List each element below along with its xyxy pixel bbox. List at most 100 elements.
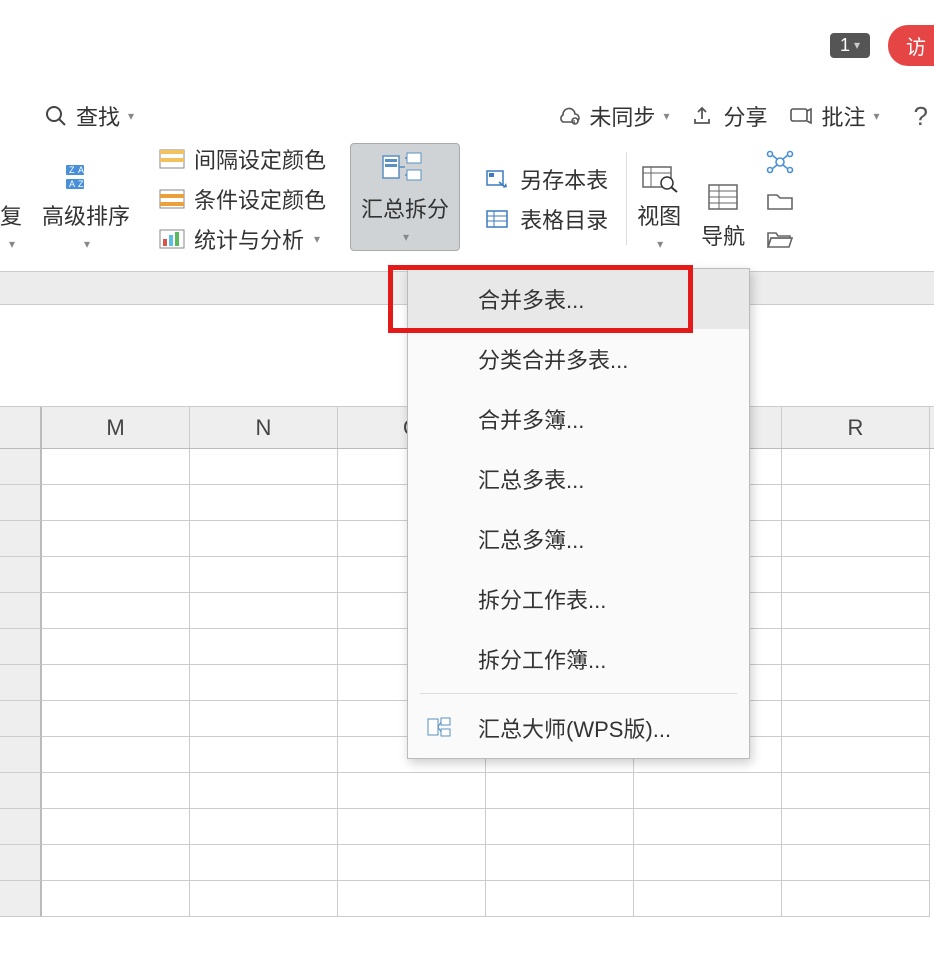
- stats-analysis-button[interactable]: 统计与分析: [158, 223, 320, 255]
- row-header[interactable]: [0, 809, 42, 845]
- menu-merge-sheets[interactable]: 合并多表...: [408, 269, 749, 329]
- row-header[interactable]: [0, 557, 42, 593]
- row-header[interactable]: [0, 773, 42, 809]
- grid-cell[interactable]: [782, 845, 930, 881]
- grid-cell[interactable]: [42, 665, 190, 701]
- grid-cell[interactable]: [634, 845, 782, 881]
- grid-cell[interactable]: [338, 881, 486, 917]
- grid-cell[interactable]: [782, 449, 930, 485]
- grid-cell[interactable]: [190, 665, 338, 701]
- row-header[interactable]: [0, 593, 42, 629]
- navigation-label: 导航: [701, 219, 745, 251]
- badge-count: 1: [840, 35, 850, 56]
- row-header[interactable]: [0, 485, 42, 521]
- grid-cell[interactable]: [190, 593, 338, 629]
- advanced-sort-button[interactable]: Z A A Z 高级排序: [42, 161, 130, 251]
- summary-split-button[interactable]: 汇总拆分: [350, 143, 460, 251]
- col-header-M[interactable]: M: [42, 407, 190, 448]
- grid-cell[interactable]: [42, 773, 190, 809]
- grid-cell[interactable]: [190, 737, 338, 773]
- corner-cell[interactable]: [0, 407, 42, 448]
- visit-pill[interactable]: 访: [888, 25, 934, 66]
- grid-cell[interactable]: [782, 665, 930, 701]
- share-action[interactable]: 分享: [689, 100, 767, 132]
- interval-color-button[interactable]: 间隔设定颜色: [158, 143, 326, 175]
- help-button[interactable]: ?: [900, 101, 934, 132]
- grid-cell[interactable]: [42, 593, 190, 629]
- grid-cell[interactable]: [634, 773, 782, 809]
- grid-cell[interactable]: [190, 809, 338, 845]
- grid-cell[interactable]: [190, 485, 338, 521]
- grid-cell[interactable]: [486, 881, 634, 917]
- saveas-sheet-button[interactable]: 另存本表: [484, 163, 608, 195]
- grid-cell[interactable]: [190, 557, 338, 593]
- navigation-button[interactable]: 导航: [701, 181, 745, 251]
- grid-cell[interactable]: [42, 809, 190, 845]
- grid-cell[interactable]: [782, 485, 930, 521]
- grid-cell[interactable]: [42, 557, 190, 593]
- grid-cell[interactable]: [42, 449, 190, 485]
- grid-cell[interactable]: [782, 557, 930, 593]
- relations-icon[interactable]: [765, 149, 795, 175]
- grid-cell[interactable]: [190, 881, 338, 917]
- grid-cell[interactable]: [782, 737, 930, 773]
- grid-cell[interactable]: [782, 701, 930, 737]
- menu-split-sheet[interactable]: 拆分工作表...: [408, 569, 749, 629]
- grid-cell[interactable]: [42, 521, 190, 557]
- row-header[interactable]: [0, 881, 42, 917]
- grid-cell[interactable]: [782, 881, 930, 917]
- row-header[interactable]: [0, 629, 42, 665]
- row-header[interactable]: [0, 449, 42, 485]
- table-toc-button[interactable]: 表格目录: [484, 203, 608, 235]
- col-header-N[interactable]: N: [190, 407, 338, 448]
- annotate-action[interactable]: 批注: [787, 100, 879, 132]
- folder-icon[interactable]: [765, 189, 795, 213]
- row-header[interactable]: [0, 665, 42, 701]
- search-action[interactable]: 查找: [42, 100, 134, 132]
- condition-color-button[interactable]: 条件设定颜色: [158, 183, 326, 215]
- notification-badge[interactable]: 1: [830, 33, 870, 58]
- col-header-R[interactable]: R: [782, 407, 930, 448]
- row-header[interactable]: [0, 701, 42, 737]
- menu-summary-master[interactable]: 汇总大师(WPS版)...: [408, 698, 749, 758]
- restore-button[interactable]: 复: [0, 199, 22, 251]
- menu-summary-workbooks[interactable]: 汇总多簿...: [408, 509, 749, 569]
- grid-cell[interactable]: [42, 485, 190, 521]
- grid-cell[interactable]: [634, 881, 782, 917]
- grid-cell[interactable]: [338, 773, 486, 809]
- grid-cell[interactable]: [782, 593, 930, 629]
- grid-cell[interactable]: [338, 809, 486, 845]
- folder-open-icon[interactable]: [765, 227, 795, 251]
- row-header[interactable]: [0, 737, 42, 773]
- grid-cell[interactable]: [782, 809, 930, 845]
- grid-cell[interactable]: [782, 629, 930, 665]
- sheet-ops-group: 另存本表 表格目录: [466, 146, 626, 251]
- grid-cell[interactable]: [486, 809, 634, 845]
- grid-cell[interactable]: [190, 773, 338, 809]
- grid-cell[interactable]: [42, 845, 190, 881]
- grid-cell[interactable]: [42, 701, 190, 737]
- grid-cell[interactable]: [190, 701, 338, 737]
- grid-cell[interactable]: [42, 881, 190, 917]
- grid-cell[interactable]: [190, 521, 338, 557]
- grid-cell[interactable]: [42, 629, 190, 665]
- menu-summary-sheets[interactable]: 汇总多表...: [408, 449, 749, 509]
- grid-cell[interactable]: [782, 521, 930, 557]
- grid-cell[interactable]: [782, 773, 930, 809]
- menu-split-workbook[interactable]: 拆分工作簿...: [408, 629, 749, 689]
- row-header[interactable]: [0, 845, 42, 881]
- unsynced-action[interactable]: 未同步: [555, 100, 669, 132]
- grid-cell[interactable]: [190, 845, 338, 881]
- grid-cell[interactable]: [42, 737, 190, 773]
- row-header[interactable]: [0, 521, 42, 557]
- grid-cell[interactable]: [190, 449, 338, 485]
- menu-merge-workbooks[interactable]: 合并多簿...: [408, 389, 749, 449]
- menu-classify-merge-sheets[interactable]: 分类合并多表...: [408, 329, 749, 389]
- view-button[interactable]: 视图: [637, 161, 681, 251]
- saveas-sheet-label: 另存本表: [520, 163, 608, 195]
- grid-cell[interactable]: [486, 845, 634, 881]
- grid-cell[interactable]: [190, 629, 338, 665]
- grid-cell[interactable]: [486, 773, 634, 809]
- grid-cell[interactable]: [634, 809, 782, 845]
- grid-cell[interactable]: [338, 845, 486, 881]
